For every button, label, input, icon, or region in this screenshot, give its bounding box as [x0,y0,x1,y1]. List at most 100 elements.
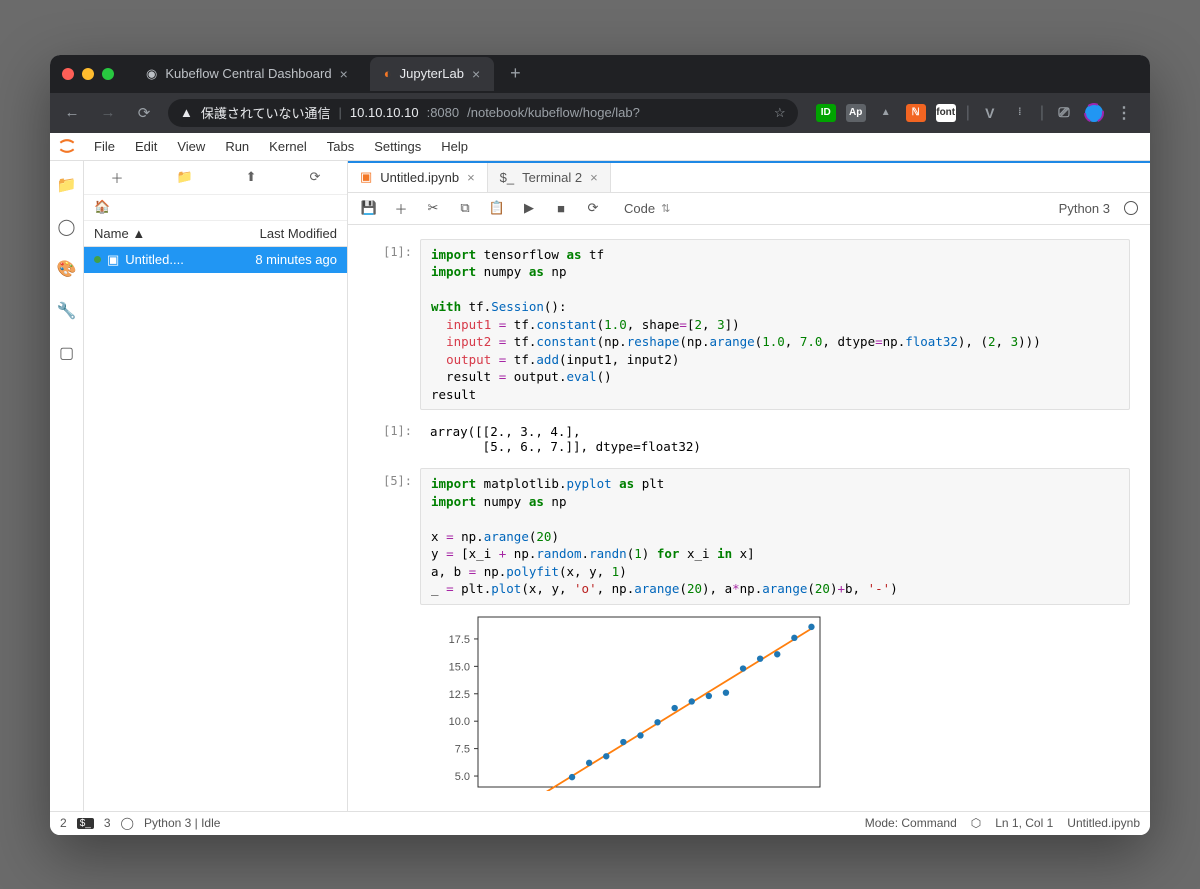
profile-avatar[interactable] [1084,104,1104,122]
menubar: File Edit View Run Kernel Tabs Settings … [50,133,1150,161]
sb-filename[interactable]: Untitled.ipynb [1067,816,1140,830]
extension-icons: ID Ap ▲ ℕ font | V ⁞ | ⎚ ⋮ [810,104,1140,122]
code-input[interactable]: import tensorflow as tf import numpy as … [420,239,1130,411]
maximize-window-button[interactable] [102,68,114,80]
tabs-icon[interactable]: ▢ [59,343,74,363]
fb-toolbar: ＋ 📁 ⬆ ⟳ [84,161,347,195]
nav-back-button[interactable]: ← [60,104,84,121]
svg-text:7.5: 7.5 [455,743,470,755]
code-cell[interactable]: [1]: import tensorflow as tf import nump… [348,239,1150,411]
doc-tab-title: Untitled.ipynb [380,170,459,185]
celltype-label: Code [624,201,655,216]
ext-icon-vue[interactable]: V [980,104,1000,122]
menu-run[interactable]: Run [215,139,259,154]
menu-edit[interactable]: Edit [125,139,167,154]
breadcrumb[interactable]: 🏠 [84,195,347,221]
insert-cell-icon[interactable]: ＋ [392,199,410,218]
stop-icon[interactable]: ■ [552,201,570,216]
close-tab-icon[interactable]: × [467,170,475,185]
tab-title: Kubeflow Central Dashboard [165,66,331,81]
sb-kernel-status[interactable]: Python 3 | Idle [144,816,221,830]
sb-tabs-count[interactable]: 2 [60,816,67,830]
save-icon[interactable]: 💾 [360,200,378,216]
bookmark-icon[interactable]: ☆ [774,105,786,121]
svg-text:5.0: 5.0 [455,771,470,783]
refresh-icon[interactable]: ⟳ [310,169,321,185]
code-cell[interactable]: [5]: import matplotlib.pyplot as plt imp… [348,468,1150,800]
main-panel: ▣ Untitled.ipynb × $_ Terminal 2 × 💾 ＋ ✂… [348,161,1150,811]
shield-icon[interactable]: ⬡ [971,816,981,830]
jupyterlab-app: File Edit View Run Kernel Tabs Settings … [50,133,1150,835]
sb-cursor[interactable]: Ln 1, Col 1 [995,816,1053,830]
ext-icon-ap[interactable]: Ap [846,104,866,122]
fb-header: Name ▲ Last Modified [84,221,347,247]
folder-icon[interactable]: 📁 [57,175,77,195]
kernel-status-icon[interactable] [1124,201,1138,215]
browser-window: ◉ Kubeflow Central Dashboard × ◐ Jupyter… [50,55,1150,835]
menu-kernel[interactable]: Kernel [259,139,317,154]
nav-forward-button[interactable]: → [96,104,120,121]
doc-tabs: ▣ Untitled.ipynb × $_ Terminal 2 × [348,163,1150,193]
file-name: Untitled.... [125,252,249,267]
file-browser: ＋ 📁 ⬆ ⟳ 🏠 Name ▲ Last Modified ▣ Untitle… [84,161,348,811]
tab-close-icon[interactable]: × [340,66,348,82]
address-bar-row: ← → ⟳ ▲ 保護されていない通信 | 10.10.10.10:8080/no… [50,93,1150,133]
col-modified[interactable]: Last Modified [260,226,337,241]
globe-icon: ◉ [146,66,157,82]
close-tab-icon[interactable]: × [590,170,598,185]
commands-icon[interactable]: 🎨 [57,259,77,279]
browser-tab-kubeflow[interactable]: ◉ Kubeflow Central Dashboard × [132,57,362,91]
terminal-icon[interactable]: $_ [77,818,94,829]
copy-icon[interactable]: ⧉ [456,200,474,216]
browser-tab-jupyterlab[interactable]: ◐ JupyterLab × [370,57,494,91]
doc-tab-notebook[interactable]: ▣ Untitled.ipynb × [348,163,488,192]
new-folder-icon[interactable]: 📁 [176,169,192,185]
address-bar[interactable]: ▲ 保護されていない通信 | 10.10.10.10:8080/notebook… [168,99,798,127]
sort-asc-icon: ▲ [132,226,145,241]
code-input[interactable]: import matplotlib.pyplot as plt import n… [420,468,1130,605]
menu-file[interactable]: File [84,139,125,154]
close-window-button[interactable] [62,68,74,80]
input-prompt: [5]: [348,468,420,800]
output-cell: [1]: array([[2., 3., 4.], [5., 6., 7.]],… [348,418,1150,460]
new-tab-button[interactable]: + [502,63,529,84]
file-modified: 8 minutes ago [255,252,337,267]
paste-icon[interactable]: 📋 [488,200,506,216]
notebook-area[interactable]: [1]: import tensorflow as tf import nump… [348,225,1150,811]
jupyter-logo[interactable] [50,136,84,156]
running-indicator-icon [94,256,101,263]
file-row[interactable]: ▣ Untitled.... 8 minutes ago [84,247,347,273]
cut-icon[interactable]: ✂ [424,200,442,216]
running-icon[interactable]: ◯ [58,217,76,237]
cast-icon[interactable]: ⎚ [1054,104,1074,122]
kernel-icon[interactable]: ◯ [121,816,134,830]
svg-text:12.5: 12.5 [449,688,470,700]
celltype-select[interactable]: Code ⇅ [624,201,670,216]
menu-view[interactable]: View [167,139,215,154]
wrench-icon[interactable]: 🔧 [57,301,77,321]
notebook-icon: ▣ [360,169,372,185]
ext-icon-drive[interactable]: ▲ [876,104,896,122]
doc-tab-terminal[interactable]: $_ Terminal 2 × [488,163,611,192]
rss-icon[interactable]: ℕ [906,104,926,122]
minimize-window-button[interactable] [82,68,94,80]
ext-icon-misc[interactable]: ⁞ [1010,104,1030,122]
ext-icon-id[interactable]: ID [816,104,836,122]
tab-title: JupyterLab [400,66,464,81]
run-icon[interactable]: ▶ [520,200,538,216]
tab-close-icon[interactable]: × [472,66,480,82]
sb-terms-count[interactable]: 3 [104,816,111,830]
ext-icon-fonts[interactable]: font [936,104,956,122]
menu-help[interactable]: Help [431,139,478,154]
chrome-menu-icon[interactable]: ⋮ [1114,104,1134,122]
sb-mode[interactable]: Mode: Command [865,816,957,830]
upload-icon[interactable]: ⬆ [246,169,257,185]
col-name[interactable]: Name ▲ [94,226,260,241]
nav-reload-button[interactable]: ⟳ [132,104,156,122]
menu-tabs[interactable]: Tabs [317,139,364,154]
output-text: array([[2., 3., 4.], [5., 6., 7.]], dtyp… [420,418,1130,460]
new-launcher-icon[interactable]: ＋ [110,168,123,187]
restart-icon[interactable]: ⟳ [584,200,602,216]
menu-settings[interactable]: Settings [364,139,431,154]
kernel-name[interactable]: Python 3 [1059,201,1110,216]
